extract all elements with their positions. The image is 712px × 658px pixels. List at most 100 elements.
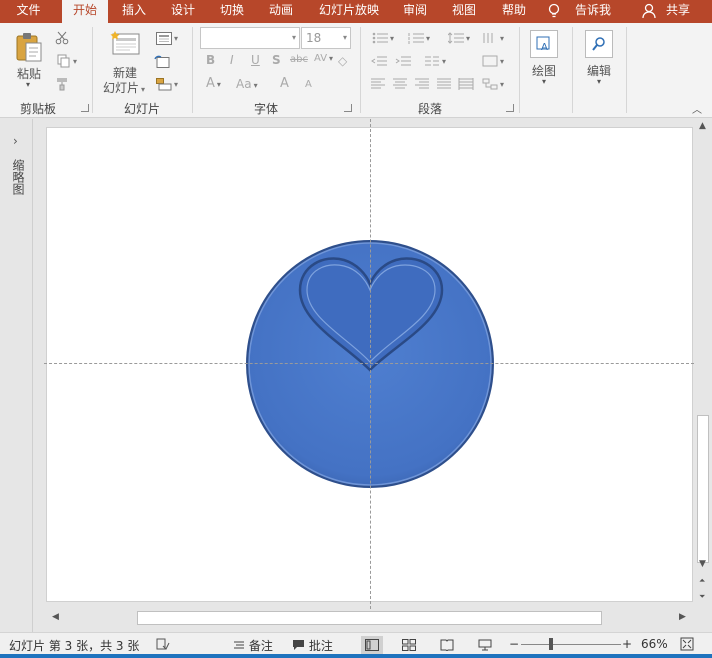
expand-thumbnails-icon[interactable]: ›	[13, 134, 18, 148]
lightbulb-icon[interactable]	[544, 0, 564, 23]
line-spacing-icon[interactable]: ▾	[444, 29, 474, 47]
horizontal-scrollbar[interactable]: ◀ ▶	[46, 609, 694, 627]
tab-home[interactable]: 开始	[62, 0, 108, 23]
font-name-field[interactable]: ▾	[200, 27, 300, 49]
slide-counter: 幻灯片 第 3 张，共 3 张	[9, 639, 140, 653]
clear-format-icon[interactable]: ◇	[338, 54, 347, 68]
shadow-button[interactable]: S	[272, 53, 281, 67]
previous-slide-icon[interactable]: ⏶	[699, 576, 705, 586]
bullets-icon[interactable]: ▾	[368, 29, 398, 47]
group-divider	[519, 27, 520, 113]
vertical-scroll-thumb[interactable]	[697, 415, 709, 563]
distributed-icon[interactable]	[456, 75, 476, 93]
group-divider	[360, 27, 361, 113]
tell-me-box[interactable]: 告诉我	[570, 0, 616, 23]
drawing-icon[interactable]: A	[530, 30, 558, 58]
new-slide-icon[interactable]	[109, 30, 141, 61]
font-color-button[interactable]: A ▾	[206, 76, 221, 91]
reset-icon[interactable]	[153, 52, 171, 70]
tab-slideshow[interactable]: 幻灯片放映	[313, 0, 385, 23]
tab-insert[interactable]: 插入	[113, 0, 155, 23]
horizontal-scroll-thumb[interactable]	[137, 611, 602, 625]
group-divider	[192, 27, 193, 113]
text-direction-icon[interactable]: ▾	[478, 29, 508, 47]
font-group-label: 字体	[254, 102, 279, 116]
justify-icon[interactable]	[434, 75, 454, 93]
slides-group-label: 幻灯片	[124, 102, 161, 116]
align-text-icon[interactable]: ▾	[478, 52, 508, 70]
notes-button[interactable]: 备注	[233, 637, 273, 654]
align-center-icon[interactable]	[390, 75, 410, 93]
clipboard-launcher-icon[interactable]	[81, 104, 89, 112]
zoom-in-button[interactable]: +	[622, 637, 632, 651]
collapse-ribbon-icon[interactable]: ︿	[692, 101, 702, 116]
svg-text:A: A	[541, 42, 548, 53]
ribbon-tab-bar: 文件 开始 插入 设计 切换 动画 幻灯片放映 审阅 视图 帮助 告诉我 共享	[0, 0, 712, 23]
bold-button[interactable]: B	[206, 53, 215, 67]
vertical-scrollbar[interactable]: ▲ ▼ ⏶ ⏷	[694, 119, 712, 609]
italic-button[interactable]: I	[230, 53, 234, 67]
fit-icon[interactable]	[680, 637, 694, 654]
copy-icon[interactable]: ▾	[53, 52, 81, 70]
horizontal-guide[interactable]	[44, 363, 694, 364]
reading-view-icon[interactable]	[436, 636, 458, 654]
slide-sorter-icon[interactable]	[398, 636, 420, 654]
font-launcher-icon[interactable]	[344, 104, 352, 112]
cut-icon[interactable]	[53, 29, 71, 47]
align-right-icon[interactable]	[412, 75, 432, 93]
zoom-out-button[interactable]: −	[509, 637, 519, 651]
tab-transitions[interactable]: 切换	[212, 0, 252, 23]
drawing-dropdown[interactable]: ▾	[542, 77, 546, 86]
vertical-guide[interactable]	[370, 119, 371, 609]
thumbnail-panel: › 缩略图	[0, 119, 33, 632]
numbering-icon[interactable]: ▾	[404, 29, 434, 47]
scroll-right-icon[interactable]: ▶	[679, 612, 686, 622]
paragraph-launcher-icon[interactable]	[506, 104, 514, 112]
tab-view[interactable]: 视图	[444, 0, 484, 23]
shrink-font-button[interactable]: A	[305, 79, 312, 90]
char-spacing-button[interactable]: AV ▾	[314, 53, 333, 64]
layout-icon[interactable]: ▾	[153, 29, 181, 47]
font-size-field[interactable]: 18 ▾	[301, 27, 351, 49]
share-button[interactable]: 共享	[660, 0, 696, 23]
increase-indent-icon[interactable]	[392, 52, 414, 70]
thumbnail-label[interactable]: 缩略图	[11, 159, 27, 195]
zoom-slider-thumb[interactable]	[549, 638, 553, 650]
change-case-button[interactable]: Aa ▾	[236, 77, 258, 91]
zoom-level[interactable]: 66%	[641, 637, 668, 651]
new-slide-label-2[interactable]: 幻灯片 ▾	[103, 79, 145, 96]
scroll-up-icon[interactable]: ▲	[699, 121, 706, 131]
section-icon[interactable]: ▾	[153, 75, 181, 93]
next-slide-icon[interactable]: ⏷	[699, 592, 705, 602]
decrease-indent-icon[interactable]	[368, 52, 390, 70]
search-icon[interactable]	[585, 30, 613, 58]
accessibility-icon[interactable]	[156, 637, 170, 654]
normal-view-icon[interactable]	[361, 636, 383, 654]
underline-button[interactable]: U	[251, 53, 260, 67]
scroll-left-icon[interactable]: ◀	[52, 612, 59, 622]
group-divider	[626, 27, 627, 113]
columns-icon[interactable]: ▾	[420, 52, 450, 70]
clipboard-group-label: 剪贴板	[20, 102, 57, 116]
comments-button[interactable]: 批注	[292, 637, 333, 654]
person-icon	[640, 0, 658, 23]
ribbon: 粘贴 ▾ ▾ 剪贴板 新建 幻灯片 ▾ ▾ ▾ 幻灯片 ▾ 18 ▾ B I U…	[0, 23, 712, 118]
tab-design[interactable]: 设计	[163, 0, 203, 23]
strikethrough-button[interactable]: abc	[290, 54, 308, 65]
smartart-icon[interactable]: ▾	[478, 75, 508, 93]
tab-review[interactable]: 审阅	[395, 0, 435, 23]
taskbar-edge	[0, 654, 712, 658]
tab-animations[interactable]: 动画	[261, 0, 301, 23]
align-left-icon[interactable]	[368, 75, 388, 93]
scroll-down-icon[interactable]: ▼	[699, 559, 706, 569]
grow-font-button[interactable]: A	[280, 76, 289, 91]
tab-file[interactable]: 文件	[0, 0, 57, 23]
paste-icon[interactable]	[14, 31, 44, 66]
slideshow-icon[interactable]	[474, 636, 496, 654]
paragraph-group-label: 段落	[418, 102, 443, 116]
editing-dropdown[interactable]: ▾	[597, 77, 601, 86]
zoom-slider[interactable]	[521, 644, 621, 645]
tab-help[interactable]: 帮助	[494, 0, 534, 23]
format-painter-icon[interactable]	[53, 75, 71, 93]
paste-dropdown[interactable]: ▾	[26, 80, 30, 89]
